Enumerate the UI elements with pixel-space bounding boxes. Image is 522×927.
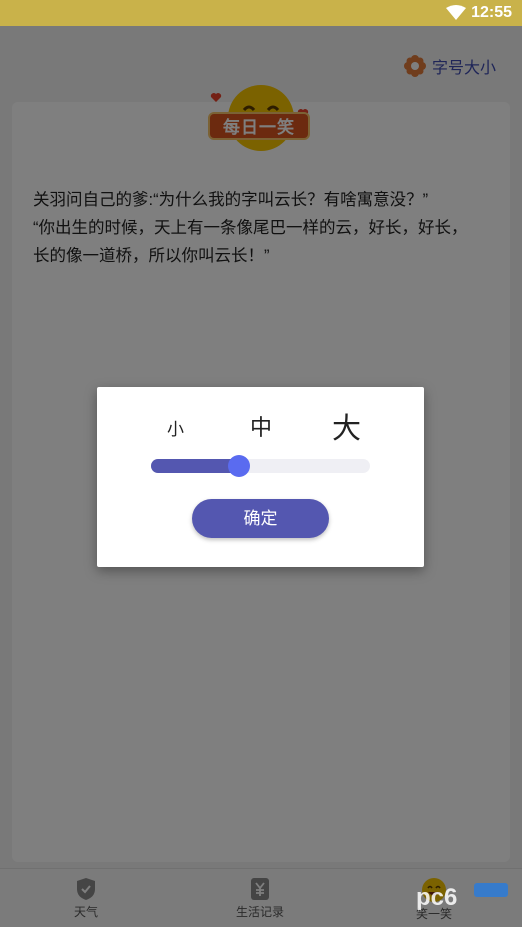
size-option-medium[interactable]: 中 — [250, 410, 272, 442]
size-option-small[interactable]: 小 — [167, 415, 184, 440]
wifi-icon — [446, 5, 466, 20]
slider-fill — [151, 459, 239, 473]
pc6-logo: pc6 — [416, 883, 508, 911]
size-option-large[interactable]: 大 — [332, 405, 361, 447]
status-time: 12:55 — [471, 4, 512, 21]
confirm-button[interactable]: 确定 — [192, 499, 329, 538]
font-size-dialog: 小 中 大 确定 — [97, 387, 424, 567]
slider-thumb[interactable] — [227, 455, 250, 477]
svg-text:pc6: pc6 — [416, 884, 457, 911]
font-size-slider[interactable] — [151, 455, 370, 477]
status-bar: 12:55 — [0, 0, 522, 26]
